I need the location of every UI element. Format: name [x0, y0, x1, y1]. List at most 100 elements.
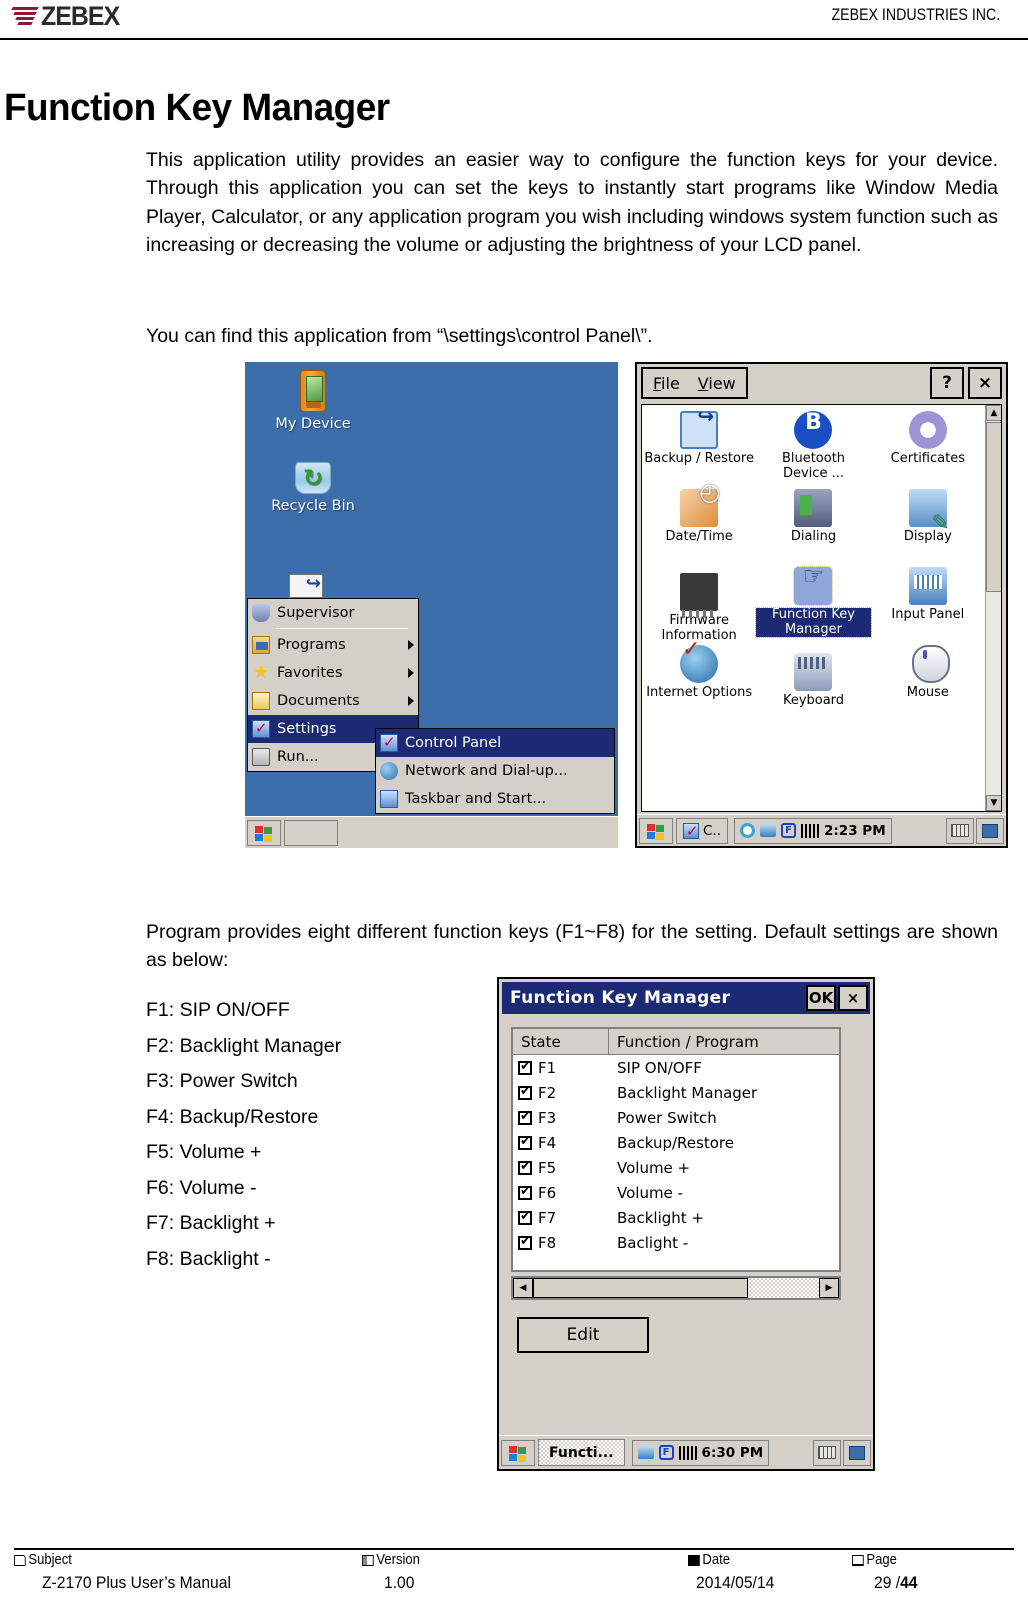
checkbox-checked-icon[interactable]	[518, 1109, 532, 1125]
table-row[interactable]: F3 Power Switch	[513, 1105, 839, 1130]
start-menu-item-documents[interactable]: Documents	[248, 687, 418, 715]
start-menu-item-supervisor[interactable]: Supervisor	[248, 599, 418, 627]
taskbar-slot[interactable]	[284, 819, 338, 846]
chevron-right-icon	[408, 696, 414, 706]
cp-item-function-key-manager[interactable]: Function Key Manager	[755, 565, 872, 643]
vertical-scrollbar[interactable]: ▲ ▼	[985, 405, 1001, 811]
fkm-state-cell[interactable]: F3	[513, 1109, 609, 1127]
scroll-left-arrow-icon[interactable]: ◀	[513, 1278, 533, 1298]
fkm-state-cell[interactable]: F8	[513, 1234, 609, 1252]
zebex-logo-mark-icon	[11, 5, 40, 29]
submenu-item-taskbar-start[interactable]: Taskbar and Start...	[376, 785, 614, 813]
display-icon	[908, 489, 950, 531]
fkm-key-label: F6	[538, 1183, 557, 1202]
cp-item-input-panel[interactable]: Input Panel	[871, 565, 985, 643]
tray-right-buttons	[813, 1439, 871, 1466]
cp-item-firmware-information[interactable]: Firmware Information	[642, 565, 756, 643]
horizontal-scrollbar[interactable]: ◀ ▶	[511, 1276, 841, 1300]
windows-stack-icon	[849, 1445, 865, 1460]
scrollbar-thumb[interactable]	[986, 422, 1001, 592]
input-panel-button[interactable]	[946, 817, 974, 844]
calendar-icon	[688, 1554, 700, 1566]
fkm-list-view[interactable]: State Function / Program F1 SIP ON/OFF F…	[511, 1027, 841, 1272]
taskbar-task-button[interactable]: C..	[676, 817, 729, 844]
column-header-state[interactable]: State	[513, 1029, 609, 1055]
fkm-state-cell[interactable]: F6	[513, 1184, 609, 1202]
function-tray-icon[interactable]: F	[781, 823, 797, 838]
run-icon	[252, 748, 270, 766]
checkbox-checked-icon[interactable]	[518, 1184, 532, 1200]
desktop-button[interactable]	[976, 817, 1004, 844]
fkm-state-cell[interactable]: F7	[513, 1209, 609, 1227]
submenu-item-control-panel[interactable]: Control Panel	[376, 729, 614, 757]
footer-version-label-row: Version	[362, 1550, 420, 1570]
taskbar-task-button[interactable]: Functi...	[538, 1439, 625, 1466]
table-row[interactable]: F2 Backlight Manager	[513, 1080, 839, 1105]
function-tray-icon[interactable]: F	[658, 1445, 674, 1460]
table-row[interactable]: F4 Backup/Restore	[513, 1130, 839, 1155]
column-header-function-program[interactable]: Function / Program	[609, 1029, 839, 1055]
barcode-tray-icon[interactable]	[801, 823, 820, 838]
start-button[interactable]	[247, 819, 281, 846]
checkbox-checked-icon[interactable]	[518, 1234, 532, 1250]
submenu-item-network-dialup[interactable]: Network and Dial-up...	[376, 757, 614, 785]
menu-file[interactable]: File	[653, 374, 680, 393]
desktop-button[interactable]	[843, 1439, 871, 1466]
fkm-state-cell[interactable]: F2	[513, 1084, 609, 1102]
checkbox-checked-icon[interactable]	[518, 1084, 532, 1100]
menu-view[interactable]: View	[698, 374, 736, 393]
scrollbar-thumb[interactable]	[533, 1278, 748, 1298]
cp-item-certificates[interactable]: Certificates	[871, 409, 985, 487]
cp-item-keyboard[interactable]: Keyboard	[756, 643, 870, 721]
cp-item-internet-options[interactable]: Internet Options	[642, 643, 756, 721]
scrollbar-track[interactable]	[533, 1278, 819, 1298]
checkbox-checked-icon[interactable]	[518, 1059, 532, 1075]
desktop-icon-partial[interactable]	[289, 573, 323, 598]
input-panel-button[interactable]	[813, 1439, 841, 1466]
fkm-list-header: State Function / Program	[513, 1029, 839, 1055]
close-icon[interactable]: ×	[838, 985, 868, 1011]
clock-tray-icon[interactable]	[740, 823, 756, 838]
start-menu-item-programs[interactable]: Programs	[248, 631, 418, 659]
fkm-state-cell[interactable]: F4	[513, 1134, 609, 1152]
edit-button[interactable]: Edit	[517, 1317, 649, 1353]
desktop-icon-my-device[interactable]: My Device	[253, 370, 373, 432]
start-menu-item-favorites[interactable]: ★ Favorites	[248, 659, 418, 687]
footer-version-label: Version	[376, 1552, 420, 1568]
checkbox-checked-icon[interactable]	[518, 1159, 532, 1175]
cp-item-mouse[interactable]: Mouse	[871, 643, 985, 721]
input-panel-icon	[908, 567, 947, 605]
cp-item-date-time[interactable]: Date/Time	[642, 485, 756, 565]
table-row[interactable]: F1 SIP ON/OFF	[513, 1055, 839, 1080]
table-row[interactable]: F6 Volume -	[513, 1180, 839, 1205]
start-button[interactable]	[639, 817, 673, 844]
table-row[interactable]: F5 Volume +	[513, 1155, 839, 1180]
date-time-icon	[680, 485, 720, 527]
checkbox-checked-icon[interactable]	[518, 1134, 532, 1150]
help-button[interactable]: ?	[930, 367, 964, 399]
scroll-right-arrow-icon[interactable]: ▶	[819, 1278, 839, 1298]
desktop-icon-recycle-bin[interactable]: Recycle Bin	[253, 462, 373, 514]
table-row[interactable]: F8 Baclight -	[513, 1230, 839, 1255]
network-tray-icon[interactable]	[760, 824, 777, 837]
fkm-state-cell[interactable]: F5	[513, 1159, 609, 1177]
ok-button[interactable]: OK	[806, 985, 836, 1011]
cp-item-dialing[interactable]: Dialing	[756, 487, 870, 565]
fkm-state-cell[interactable]: F1	[513, 1059, 609, 1077]
cp-item-display[interactable]: Display	[871, 487, 985, 565]
barcode-tray-icon[interactable]	[678, 1445, 697, 1460]
menu-view-rest: iew	[708, 373, 736, 393]
cp-item-label: Certificates	[890, 451, 965, 466]
cp-item-backup-restore[interactable]: Backup / Restore	[642, 409, 756, 487]
footer-version: Version 1.00	[362, 1550, 426, 1596]
checkbox-checked-icon[interactable]	[518, 1209, 532, 1225]
scroll-down-arrow-icon[interactable]: ▼	[986, 795, 1001, 811]
submenu-item-label: Taskbar and Start...	[405, 791, 547, 807]
network-tray-icon[interactable]	[637, 1446, 654, 1459]
cp-item-bluetooth-device[interactable]: Bluetooth Device ...	[756, 409, 870, 487]
start-button[interactable]	[501, 1439, 535, 1466]
start-menu-separator	[276, 628, 408, 629]
table-row[interactable]: F7 Backlight +	[513, 1205, 839, 1230]
scroll-up-arrow-icon[interactable]: ▲	[986, 405, 1001, 421]
close-icon[interactable]: ×	[968, 367, 1002, 399]
